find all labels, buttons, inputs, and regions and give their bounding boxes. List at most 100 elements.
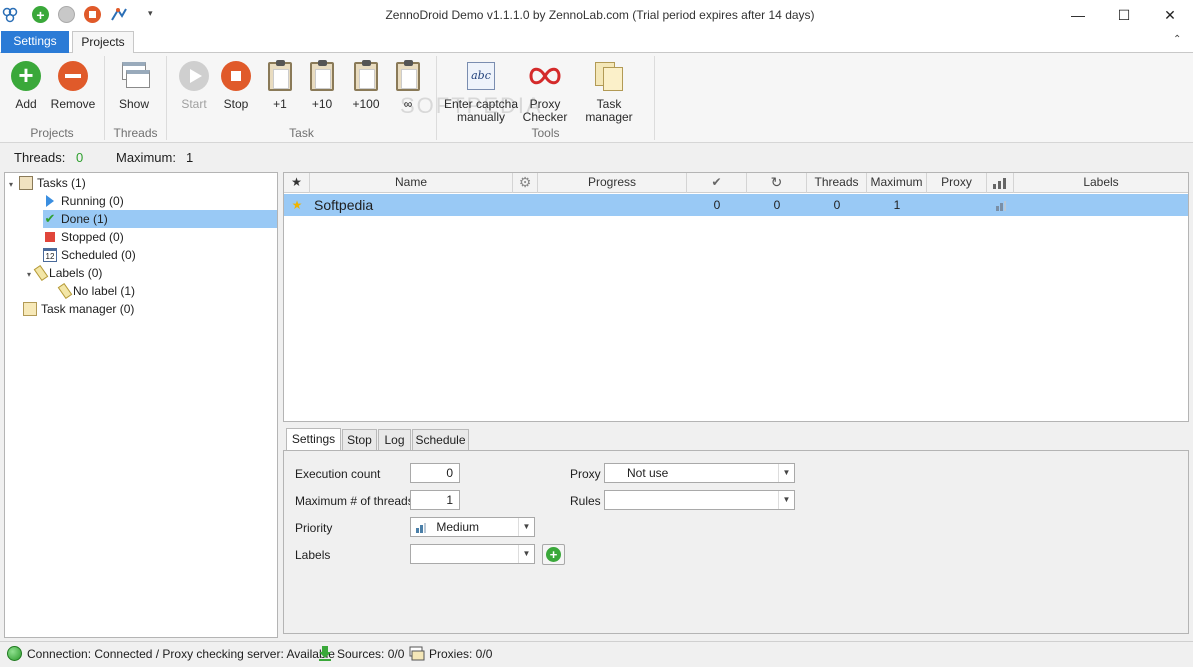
tree-label-running: Running (0) [61, 194, 124, 208]
tree-node-no-label[interactable]: No label (1) [57, 282, 136, 300]
show-threads-button[interactable]: Show [112, 58, 156, 120]
task-manager-button[interactable]: Task manager [572, 58, 646, 124]
tree-node-task-manager[interactable]: Task manager (0) [23, 300, 134, 318]
close-button[interactable]: ✕ [1147, 0, 1193, 30]
app-logo-icon [2, 7, 18, 23]
quick-stop-icon[interactable] [84, 6, 101, 23]
add-label-button[interactable]: + [542, 544, 565, 565]
plus-100-button[interactable]: +100 [347, 58, 385, 120]
infinity-icon [529, 60, 561, 92]
quick-add-icon[interactable]: + [32, 6, 49, 23]
collapse-arrow-icon[interactable]: ▾ [9, 180, 13, 189]
row-priority-icon [987, 194, 1014, 216]
add-project-button[interactable]: + Add [4, 58, 48, 120]
tab-settings[interactable]: Settings [1, 31, 69, 53]
col-proxy[interactable]: Proxy [927, 173, 987, 193]
rules-select[interactable]: ▼ [604, 490, 795, 510]
labels-select[interactable]: ▼ [410, 544, 535, 564]
task-manager-icon [23, 301, 37, 316]
execution-count-field[interactable]: 0 [410, 463, 460, 483]
group-label-threads: Threads [113, 126, 158, 140]
tab-task-log[interactable]: Log [378, 429, 411, 450]
tab-projects[interactable]: Projects [72, 31, 134, 54]
max-threads-field[interactable]: 1 [410, 490, 460, 510]
quick-access-dropdown-icon[interactable]: ▾ [148, 8, 153, 19]
proxy-label-2: Checker [522, 110, 568, 124]
tab-task-schedule[interactable]: Schedule [412, 429, 469, 450]
col-progress[interactable]: Progress [538, 173, 687, 193]
grid-header: ★ Name ⚙ Progress ✔ ↻ Threads Maximum Pr… [284, 173, 1188, 193]
tab-task-stop[interactable]: Stop [342, 429, 377, 450]
collapse-ribbon-icon[interactable]: ⌃ [1173, 34, 1181, 45]
tree-node-scheduled[interactable]: 12 Scheduled (0) [43, 246, 136, 264]
proxy-label: Proxy [570, 467, 601, 481]
clipboard-icon [350, 60, 382, 92]
proxies-icon [409, 645, 425, 661]
add-label: Add [15, 97, 37, 111]
window-title: ZennoDroid Demo v1.1.1.0 by ZennoLab.com… [385, 8, 815, 22]
chevron-down-icon[interactable]: ▼ [778, 491, 794, 509]
col-name[interactable]: Name [310, 173, 513, 193]
proxy-checker-button[interactable]: Proxy Checker [522, 58, 568, 124]
stop-label: Stop [223, 97, 249, 111]
play-icon [43, 194, 57, 208]
maximize-button[interactable]: ☐ [1101, 0, 1147, 30]
tree-node-labels[interactable]: ▾ Labels (0) [27, 264, 102, 282]
add-icon: + [546, 547, 561, 562]
tree-node-done[interactable]: ✔ Done (1) [43, 210, 277, 228]
col-priority-bars-icon[interactable] [987, 173, 1014, 193]
col-maximum[interactable]: Maximum [867, 173, 927, 193]
chevron-down-icon[interactable]: ▼ [518, 545, 534, 563]
col-done[interactable]: ✔ [687, 173, 747, 193]
labels-label: Labels [295, 548, 331, 562]
plus-1-button[interactable]: +1 [262, 58, 298, 120]
plus-10-button[interactable]: +10 [304, 58, 340, 120]
connection-status-icon [7, 646, 22, 661]
stop-square-icon [43, 230, 57, 244]
start-label: Start [181, 97, 207, 111]
tree-label-scheduled: Scheduled (0) [61, 248, 136, 262]
clipboard-icon [306, 60, 338, 92]
quick-start-icon[interactable] [58, 6, 75, 23]
stop-button[interactable]: Stop [216, 58, 256, 120]
download-arrow-icon [318, 645, 332, 661]
checkmark-icon: ✔ [44, 210, 56, 226]
col-threads[interactable]: Threads [807, 173, 867, 193]
chevron-down-icon[interactable]: ▼ [518, 518, 534, 536]
tab-task-settings[interactable]: Settings [286, 428, 341, 450]
chevron-down-icon[interactable]: ▼ [778, 464, 794, 482]
tree-node-stopped[interactable]: Stopped (0) [43, 228, 124, 246]
collapse-arrow-icon[interactable]: ▾ [27, 270, 31, 279]
captcha-icon: abc [465, 60, 497, 92]
table-row[interactable]: ★ Softpedia 0 0 0 1 [284, 194, 1188, 216]
tree-label-no-label: No label (1) [73, 284, 136, 298]
tag-icon [57, 282, 73, 299]
clipboard-icon [392, 60, 424, 92]
group-label-projects: Projects [30, 126, 74, 140]
col-favorite[interactable]: ★ [284, 173, 310, 193]
col-settings-gear-icon[interactable]: ⚙ [513, 173, 538, 193]
minimize-button[interactable]: — [1055, 0, 1101, 30]
enter-captcha-button[interactable]: abc Enter captcha manually [443, 58, 519, 124]
priority-select[interactable]: Medium ▼ [410, 517, 535, 537]
play-icon [178, 60, 210, 92]
row-done: 0 [713, 198, 721, 212]
col-repeat[interactable]: ↻ [747, 173, 807, 193]
maximum-label: Maximum: [116, 150, 176, 165]
tree-node-running[interactable]: Running (0) [43, 192, 124, 210]
row-maximum: 1 [893, 198, 901, 212]
show-label: Show [118, 97, 150, 111]
col-labels[interactable]: Labels [1014, 173, 1188, 193]
tree-node-tasks[interactable]: ▾ Tasks (1) [9, 174, 86, 192]
threads-value: 0 [76, 150, 84, 165]
infinite-button[interactable]: ∞ [390, 58, 426, 120]
row-name: Softpedia [314, 197, 374, 213]
favorite-star-icon[interactable]: ★ [284, 194, 310, 216]
tag-icon [33, 264, 49, 281]
maximum-value: 1 [186, 150, 194, 165]
proxy-select[interactable]: Not use ▼ [604, 463, 795, 483]
connection-status-text: Connection: Connected / Proxy checking s… [27, 647, 335, 661]
remove-project-button[interactable]: Remove [50, 58, 96, 120]
quick-tools-icon[interactable] [110, 6, 128, 24]
start-button[interactable]: Start [173, 58, 215, 120]
